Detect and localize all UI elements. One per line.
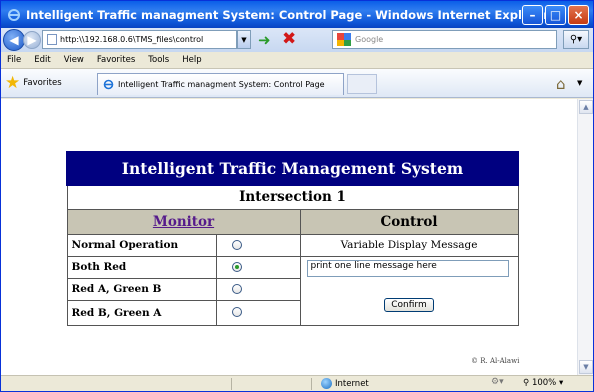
monitor-header: Monitor [66, 208, 301, 235]
zoom-control[interactable]: ⚲ 100% ▾ [523, 378, 563, 388]
favorites-label: Favorites [23, 78, 62, 88]
zoom-level: 100% [531, 378, 557, 388]
scroll-down-icon[interactable]: ▼ [579, 360, 593, 374]
menu-tools[interactable]: Tools [148, 55, 169, 65]
status-bar: Internet ⚙▾ ⚲ 100% ▾ [1, 375, 593, 391]
address-url: http:\\192.168.0.6\TMS_files\control [60, 35, 204, 44]
menu-edit[interactable]: Edit [34, 55, 50, 65]
go-arrow-icon[interactable]: ➜ [258, 31, 271, 49]
address-input[interactable]: http:\\192.168.0.6\TMS_files\control [42, 30, 237, 49]
minimize-button[interactable]: – [522, 5, 543, 25]
vdm-cell: Variable Display Message [299, 233, 519, 257]
zone-label: Internet [335, 378, 369, 389]
message-input[interactable]: print one line message here [306, 259, 509, 277]
back-arrow-icon: ◀ [9, 33, 19, 47]
red-b-green-a-radio[interactable] [231, 307, 242, 318]
both-red-radio[interactable] [231, 261, 242, 272]
home-icon[interactable]: ⌂ [556, 75, 566, 93]
forward-button[interactable]: ▶ [23, 31, 41, 49]
home-dropdown-icon[interactable]: ▼ [577, 79, 582, 87]
menu-view[interactable]: View [64, 55, 84, 65]
normal-operation-radio[interactable] [231, 239, 242, 250]
menu-file[interactable]: File [7, 55, 21, 65]
new-tab-button[interactable] [347, 74, 377, 94]
confirm-button[interactable]: Confirm [384, 297, 434, 312]
tab-title: Intelligent Traffic managment System: Co… [118, 80, 325, 89]
title-bar[interactable]: Intelligent Traffic managment System: Co… [1, 1, 593, 28]
scroll-up-icon[interactable]: ▲ [579, 100, 593, 114]
radio-cell [215, 277, 301, 301]
tab-control-page[interactable]: Intelligent Traffic managment System: Co… [97, 73, 344, 95]
back-button[interactable]: ◀ [3, 29, 25, 51]
status-divider [231, 378, 232, 390]
vertical-scrollbar[interactable]: ▲ ▼ [577, 99, 593, 375]
google-logo-icon [337, 33, 351, 46]
monitor-link[interactable]: Monitor [153, 214, 214, 230]
control-header: Control [299, 208, 519, 235]
vdm-label: Variable Display Message [340, 239, 478, 251]
row-label-normal-operation: Normal Operation [66, 233, 217, 257]
page-heading: Intelligent Traffic Management System [66, 151, 519, 186]
forward-arrow-icon: ▶ [27, 33, 37, 47]
ie-tab-icon [103, 79, 114, 90]
page-icon [47, 34, 57, 45]
search-input[interactable]: Google [332, 30, 557, 49]
favorites-bar: ★ Favorites Intelligent Traffic managmen… [1, 69, 593, 98]
radio-cell [215, 299, 301, 326]
status-divider [311, 378, 312, 390]
menu-help[interactable]: Help [182, 55, 201, 65]
row-label-both-red: Both Red [66, 255, 217, 279]
window-title: Intelligent Traffic managment System: Co… [26, 7, 549, 22]
search-icon: ⚲▾ [569, 34, 583, 45]
ie-logo-icon [8, 8, 20, 21]
globe-icon [321, 378, 332, 389]
intersection-title: Intersection 1 [66, 184, 519, 210]
favorites-star-icon: ★ [5, 72, 21, 93]
search-button[interactable]: ⚲▾ [563, 30, 589, 49]
stop-icon[interactable]: ✖ [282, 29, 296, 49]
radio-cell [215, 233, 301, 257]
address-dropdown-icon[interactable]: ▼ [237, 30, 251, 49]
close-button[interactable]: × [568, 5, 589, 25]
page-content: Intelligent Traffic Management System In… [1, 99, 577, 375]
favorites-button[interactable]: ★ Favorites [5, 72, 62, 93]
red-a-green-b-radio[interactable] [231, 283, 242, 294]
search-placeholder: Google [355, 35, 384, 44]
menu-bar: File Edit View Favorites Tools Help [1, 52, 593, 69]
row-label-red-b-green-a: Red B, Green A [66, 299, 217, 326]
control-table: Intelligent Traffic Management System In… [66, 151, 519, 326]
address-toolbar: ◀ ▶ ▼ http:\\192.168.0.6\TMS_files\contr… [1, 28, 593, 52]
radio-cell [215, 255, 301, 279]
message-cell: print one line message here Confirm [299, 255, 519, 326]
maximize-button[interactable]: □ [545, 5, 566, 25]
browser-window: Intelligent Traffic managment System: Co… [0, 0, 594, 392]
internet-zone[interactable]: Internet [321, 378, 369, 389]
row-label-red-a-green-b: Red A, Green B [66, 277, 217, 301]
security-icon[interactable]: ⚙▾ [491, 377, 504, 387]
copyright-text: © R. Al-Alawi [471, 357, 520, 365]
menu-favorites[interactable]: Favorites [97, 55, 135, 65]
